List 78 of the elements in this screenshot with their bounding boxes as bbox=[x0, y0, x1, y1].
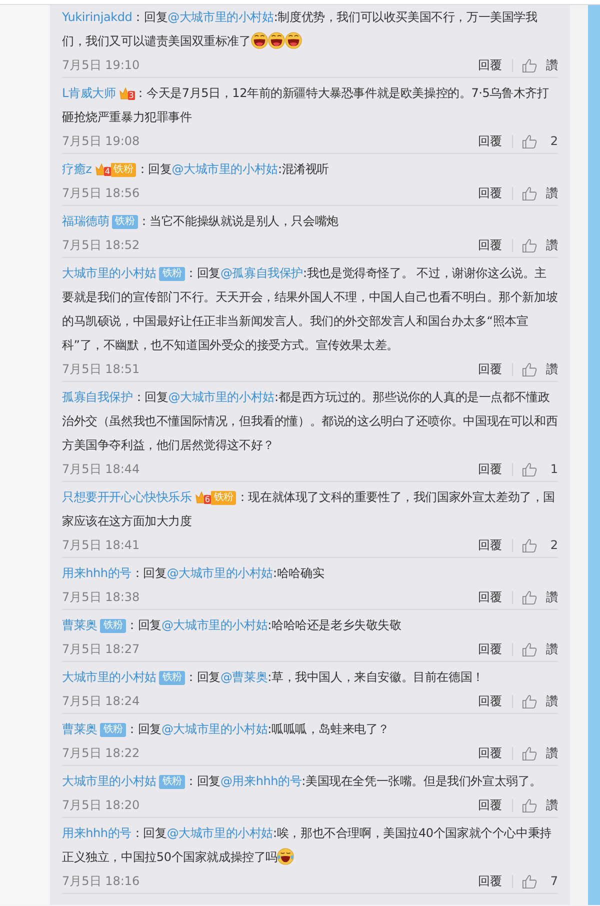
grin-emoji-icon bbox=[268, 32, 285, 49]
like-count[interactable]: 2 bbox=[544, 134, 558, 148]
thumbs-up-icon[interactable] bbox=[522, 462, 537, 476]
thumbs-up-icon[interactable] bbox=[522, 798, 537, 812]
comment-text: 大城市里的小村姑 铁粉 ：回复@用来hhh的号:美国现在全凭一张嘴。但是我们外宣太弱了。 bbox=[62, 773, 542, 791]
comment-text: 大城市里的小村姑 铁粉 ：回复@孤寡自我保护:我也是觉得奇怪了。 不过，谢谢你这么说。主要就是我们的宣传部门不行。天天开会，结果外国人不理，中国人自己也看不明白。那个新加坡的马凯硕说，中国最好让任正非当新闻发言人。我们的外交部发言人和国台办太多“照本宣科”了，不幽默，也不知道国外受众的接受方式。宣传效果太差。 bbox=[62, 265, 558, 354]
thumbs-up-icon[interactable] bbox=[522, 590, 537, 604]
reply-link[interactable]: 回覆 bbox=[478, 744, 502, 762]
reply-link[interactable]: 回覆 bbox=[478, 236, 502, 254]
comment-text: 用来hhh的号：回复@大城市里的小村姑:唉，那也不合理啊，美国拉40个国家就个个心中秉持正义独立，中国拉50个国家就成操控了吗 bbox=[62, 825, 552, 867]
like-count[interactable]: 讚 bbox=[544, 360, 558, 378]
reply-link[interactable]: 回覆 bbox=[478, 588, 502, 606]
like-count[interactable]: 讚 bbox=[544, 640, 558, 658]
fan-badge: 铁粉 bbox=[100, 723, 126, 737]
reply-link[interactable]: 回覆 bbox=[478, 184, 502, 202]
reply-link[interactable]: 回覆 bbox=[478, 56, 502, 74]
thumbs-up-icon[interactable] bbox=[522, 58, 537, 72]
fan-badge: 铁粉 bbox=[110, 163, 136, 177]
reply-link[interactable]: 回覆 bbox=[478, 692, 502, 710]
thumbs-up-icon[interactable] bbox=[522, 694, 537, 708]
grin-emoji-icon bbox=[284, 32, 302, 49]
comment-time: 7月5日 18:56 bbox=[62, 184, 141, 202]
reply-link[interactable]: 回覆 bbox=[478, 640, 502, 658]
comment-text: 孤寡自我保护：回复@大城市里的小村姑:都是西方玩过的。那些说你的人真的是一点都不懂政治外交（虽然我也不懂国际情况，但我看的懂）。都说的这么明白了还喷你。中国现在可以和西方美国争夺利益，他们居然觉得这不好？ bbox=[62, 389, 558, 454]
thumbs-up-icon[interactable] bbox=[522, 746, 537, 760]
like-count[interactable]: 讚 bbox=[544, 184, 558, 202]
comment-time: 7月5日 18:20 bbox=[62, 796, 141, 814]
fan-badge: 铁粉 bbox=[210, 491, 236, 505]
comment-text: L肯威大师 3：今天是7月5日，12年前的新疆特大暴恐事件就是欧美操控的。7·5乌鲁木齐打砸抢烧严重暴力犯罪事件 bbox=[62, 85, 550, 126]
thumbs-up-icon[interactable] bbox=[522, 362, 537, 376]
reply-link[interactable]: 回覆 bbox=[478, 536, 502, 554]
comment-time: 7月5日 18:38 bbox=[62, 588, 141, 606]
thumbs-up-icon[interactable] bbox=[522, 642, 537, 656]
like-count[interactable]: 1 bbox=[544, 462, 558, 476]
like-count[interactable]: 讚 bbox=[544, 796, 558, 814]
comment-text: 疗癒z 4 铁粉 ：回复@大城市里的小村姑:混淆视听 bbox=[62, 161, 330, 179]
grin-emoji-icon bbox=[250, 32, 268, 49]
thumbs-up-icon[interactable] bbox=[522, 874, 537, 888]
comment-time: 7月5日 19:10 bbox=[62, 56, 141, 74]
comment-time: 7月5日 18:16 bbox=[62, 872, 141, 890]
comment-time: 7月5日 18:51 bbox=[62, 360, 141, 378]
fan-badge: 铁粉 bbox=[159, 671, 186, 685]
comment-time: 7月5日 18:41 bbox=[62, 536, 141, 554]
comment-text: 曹莱奥 铁粉 ：回复@大城市里的小村姑:呱呱呱，岛蛙来电了？ bbox=[62, 721, 390, 739]
like-count[interactable]: 7 bbox=[544, 874, 558, 888]
comment-time: 7月5日 19:08 bbox=[62, 132, 141, 150]
like-count[interactable]: 讚 bbox=[544, 692, 558, 710]
comment-text: 福瑞德萌 铁粉 ：当它不能操纵就说是别人，只会嘴炮 bbox=[62, 213, 340, 231]
reply-link[interactable]: 回覆 bbox=[478, 796, 502, 814]
comment-text: Yukirinjakdd：回复@大城市里的小村姑:制度优势，我们可以收买美国不行，万一美国学我们，我们又可以谴责美国双重标准了 bbox=[62, 9, 538, 51]
comment-text: 大城市里的小村姑 铁粉 ：回复@曹莱奥:草，我中国人，来自安徽。目前在德国！ bbox=[62, 669, 485, 687]
comment-text: 用来hhh的号：回复@大城市里的小村姑:哈哈确实 bbox=[62, 565, 326, 582]
reply-link[interactable]: 回覆 bbox=[478, 360, 502, 378]
reply-link[interactable]: 回覆 bbox=[478, 872, 502, 890]
thumbs-up-icon[interactable] bbox=[522, 186, 537, 200]
fan-badge: 铁粉 bbox=[159, 267, 186, 281]
comment-text: 曹莱奥 铁粉 ：回复@大城市里的小村姑:哈哈哈还是老乡失敬失敬 bbox=[62, 617, 402, 635]
comment-time: 7月5日 18:27 bbox=[62, 640, 141, 658]
thumbs-up-icon[interactable] bbox=[522, 238, 537, 252]
like-count[interactable]: 讚 bbox=[544, 744, 558, 762]
comment-time: 7月5日 18:22 bbox=[62, 744, 141, 762]
fan-badge: 铁粉 bbox=[112, 215, 138, 229]
laughing-tears-emoji-icon bbox=[277, 848, 294, 865]
reply-link[interactable]: 回覆 bbox=[478, 132, 502, 150]
scrollbar[interactable] bbox=[588, 5, 600, 905]
like-count[interactable]: 讚 bbox=[544, 56, 558, 74]
thumbs-up-icon[interactable] bbox=[522, 538, 537, 552]
comment-time: 7月5日 18:24 bbox=[62, 692, 141, 710]
reply-link[interactable]: 回覆 bbox=[478, 460, 502, 478]
comment-time: 7月5日 18:44 bbox=[62, 460, 141, 478]
fan-badge: 铁粉 bbox=[159, 775, 186, 789]
like-count[interactable]: 讚 bbox=[544, 588, 558, 606]
like-count[interactable]: 讚 bbox=[544, 236, 558, 254]
comment-text: 只想要开开心心快快乐乐 6 铁粉 ：现在就体现了文科的重要性了，我们国家外宣太差劲了，国家应该在这方面加大力度 bbox=[62, 489, 556, 530]
like-count[interactable]: 2 bbox=[544, 538, 558, 552]
comment-time: 7月5日 18:52 bbox=[62, 236, 141, 254]
fan-badge: 铁粉 bbox=[100, 619, 126, 633]
thumbs-up-icon[interactable] bbox=[522, 134, 537, 148]
